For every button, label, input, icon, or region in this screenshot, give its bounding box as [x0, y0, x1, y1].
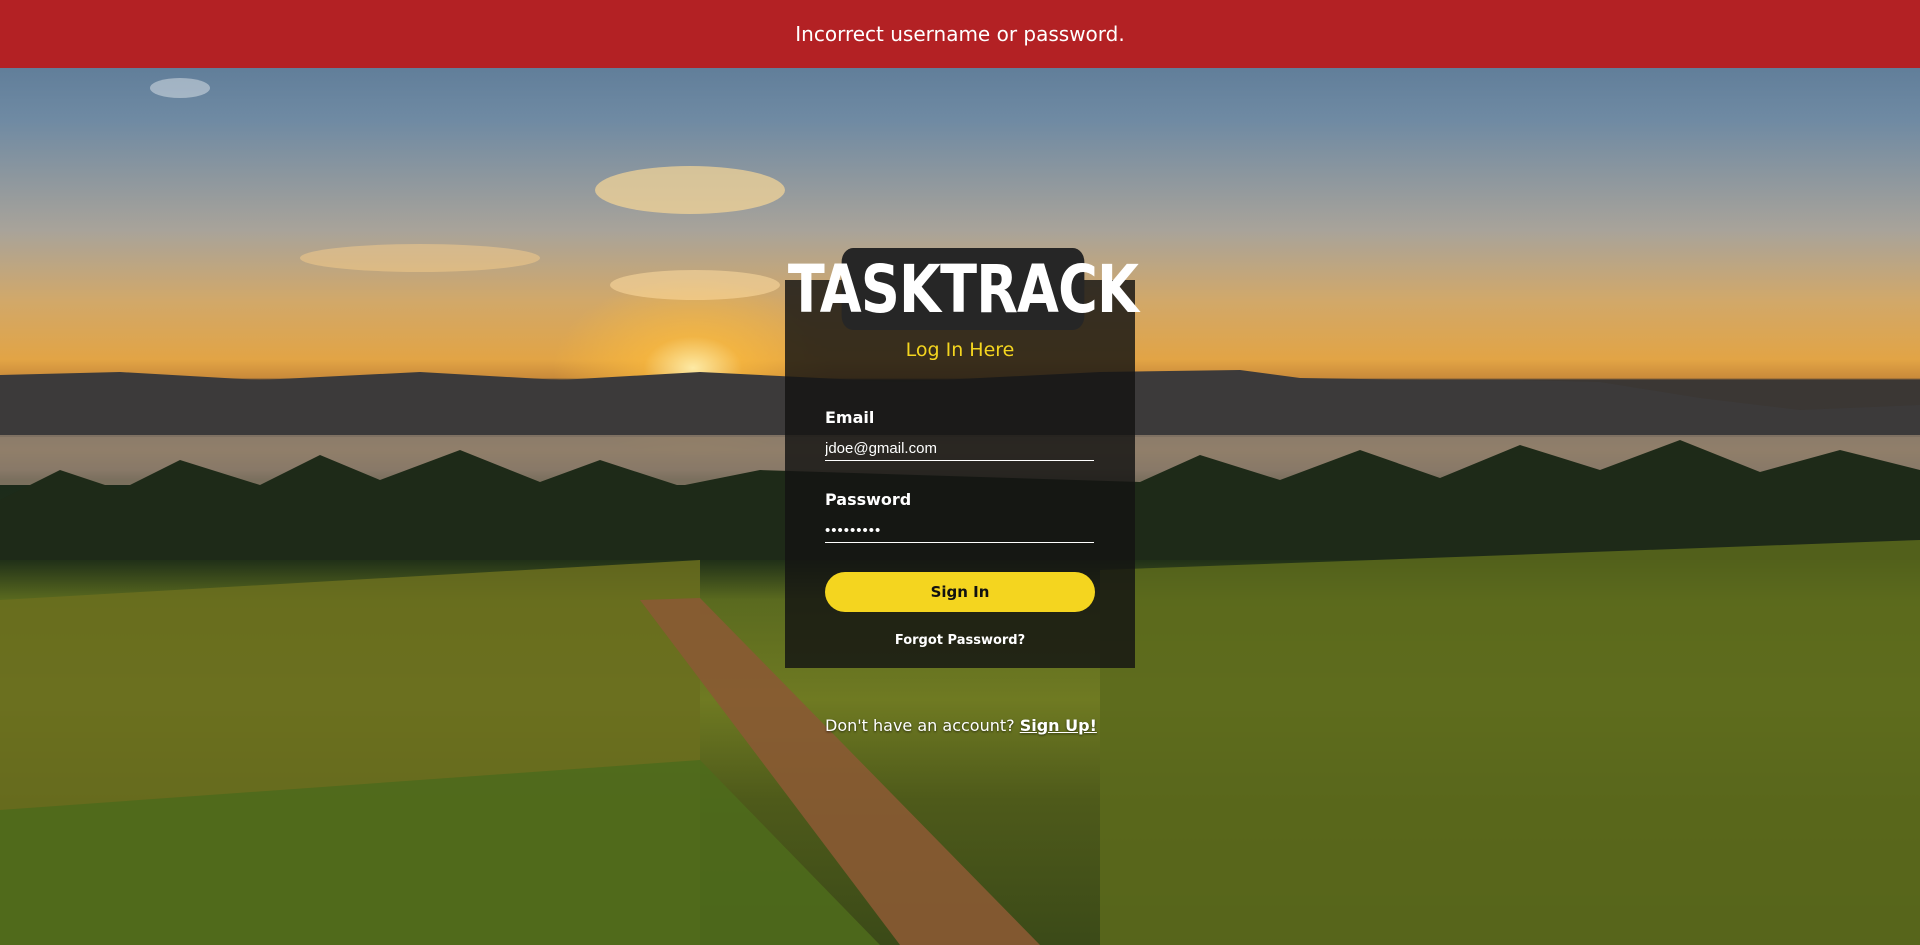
error-alert-bar: Incorrect username or password.	[0, 0, 1920, 68]
brand-logo: TASKTRACK	[788, 248, 1139, 330]
sign-in-button[interactable]: Sign In	[825, 572, 1095, 612]
password-field[interactable]	[825, 518, 1094, 543]
forgot-password-link[interactable]: Forgot Password?	[785, 633, 1135, 648]
signup-prompt-text: Don't have an account?	[825, 716, 1015, 735]
email-field[interactable]	[825, 436, 1094, 461]
error-message: Incorrect username or password.	[795, 22, 1125, 46]
logo-text: TASKTRACK	[787, 250, 1139, 328]
login-title: Log In Here	[905, 339, 1015, 361]
password-label: Password	[825, 490, 912, 509]
signup-prompt-line: Don't have an account? Sign Up!	[825, 716, 1097, 735]
sign-up-link[interactable]: Sign Up!	[1020, 716, 1097, 735]
email-label: Email	[825, 408, 875, 427]
